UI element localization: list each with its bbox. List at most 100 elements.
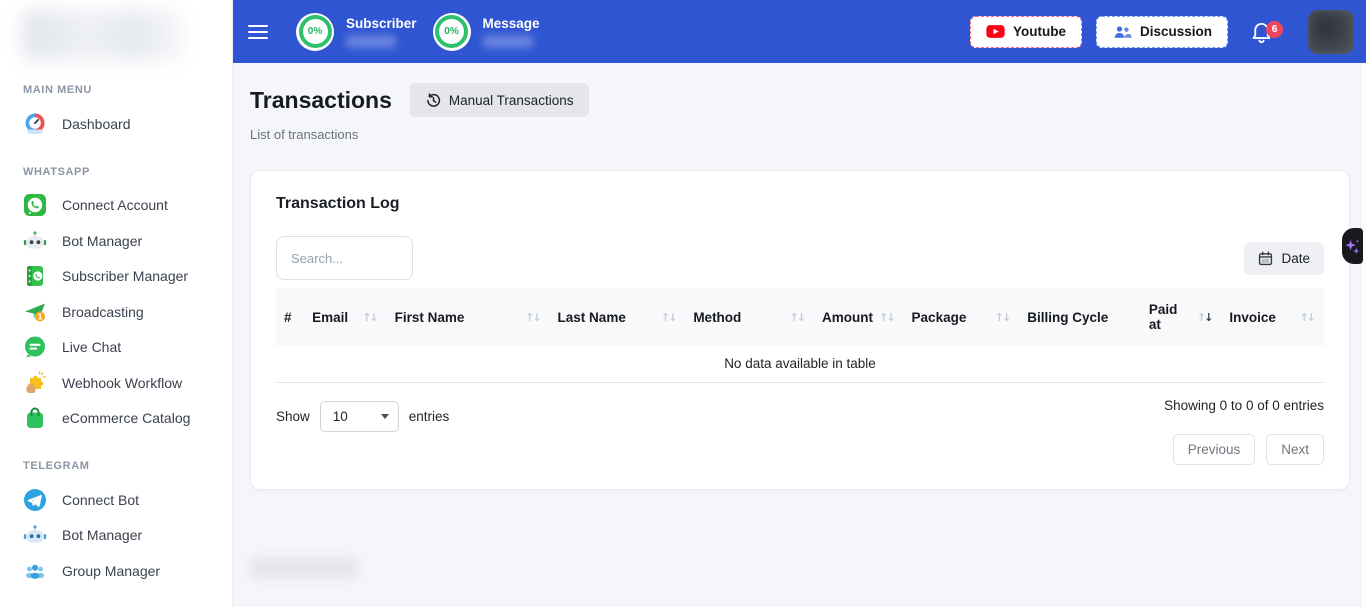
telegram-icon xyxy=(23,488,47,512)
column-header-package[interactable]: Package xyxy=(904,288,1020,346)
calendar-icon xyxy=(1258,251,1273,266)
transactions-table: # Email First Name Last Name Method Amou… xyxy=(276,288,1324,383)
scrollbar-track[interactable] xyxy=(1360,63,1366,607)
sidebar-item-label: Dashboard xyxy=(62,116,131,132)
topbar: 0% Subscriber 0% Message Youtube Discuss… xyxy=(233,0,1366,63)
sidebar-item-bot-manager-telegram[interactable]: Bot Manager xyxy=(23,518,216,554)
subscriber-percent: 0% xyxy=(299,15,332,48)
sidebar-item-ecommerce-catalog[interactable]: eCommerce Catalog xyxy=(23,401,216,437)
workflow-icon xyxy=(23,371,47,395)
sort-icon[interactable] xyxy=(661,312,677,323)
sidebar-section-main-menu: MAIN MENU xyxy=(23,84,216,96)
subscriber-stat: 0% Subscriber xyxy=(296,13,417,51)
notifications-button[interactable]: 6 xyxy=(1250,19,1274,45)
group-icon xyxy=(23,559,47,583)
gauge-icon xyxy=(23,112,47,136)
discussion-button[interactable]: Discussion xyxy=(1096,16,1228,48)
chat-icon xyxy=(23,335,47,359)
previous-page-button[interactable]: Previous xyxy=(1173,434,1256,465)
robot-icon xyxy=(23,229,47,253)
sidebar-item-dashboard[interactable]: Dashboard xyxy=(23,106,216,142)
column-header-index: # xyxy=(276,288,304,346)
sort-icon[interactable] xyxy=(525,312,541,323)
sidebar-item-label: Bot Manager xyxy=(62,233,142,249)
subscriber-label: Subscriber xyxy=(346,16,417,31)
date-filter-button[interactable]: Date xyxy=(1244,242,1324,275)
column-header-email[interactable]: Email xyxy=(304,288,386,346)
card-title: Transaction Log xyxy=(276,195,1324,213)
history-icon xyxy=(426,93,441,108)
footer-text-blurred xyxy=(250,556,358,580)
column-header-billing-cycle: Billing Cycle xyxy=(1019,288,1141,346)
sort-icon[interactable] xyxy=(1300,312,1316,323)
sidebar-item-label: Live Chat xyxy=(62,339,121,355)
avatar-blurred xyxy=(1308,10,1354,54)
hamburger-menu-icon[interactable] xyxy=(248,25,268,39)
youtube-button-label: Youtube xyxy=(1013,24,1066,39)
sidebar-item-webhook-workflow[interactable]: Webhook Workflow xyxy=(23,365,216,401)
youtube-button[interactable]: Youtube xyxy=(970,16,1082,48)
sidebar-item-label: Connect Bot xyxy=(62,492,139,508)
table-header-row: # Email First Name Last Name Method Amou… xyxy=(276,288,1324,346)
page-title: Transactions xyxy=(250,87,392,114)
column-header-last-name[interactable]: Last Name xyxy=(550,288,686,346)
message-percent: 0% xyxy=(435,15,468,48)
sidebar-item-label: Connect Account xyxy=(62,197,168,213)
column-header-method[interactable]: Method xyxy=(685,288,814,346)
entries-label: entries xyxy=(409,409,450,424)
youtube-icon xyxy=(986,24,1005,39)
sidebar-item-bot-manager-whatsapp[interactable]: Bot Manager xyxy=(23,223,216,259)
sidebar-section-telegram: TELEGRAM xyxy=(23,460,216,472)
subscriber-progress-ring: 0% xyxy=(296,13,334,51)
app-logo-blurred xyxy=(23,10,183,60)
column-header-invoice[interactable]: Invoice xyxy=(1221,288,1324,346)
sidebar-item-subscriber-manager[interactable]: Subscriber Manager xyxy=(23,259,216,295)
message-value-blurred xyxy=(483,35,533,48)
sort-icon[interactable] xyxy=(790,312,806,323)
column-header-amount[interactable]: Amount xyxy=(814,288,904,346)
contacts-icon xyxy=(23,264,47,288)
message-label: Message xyxy=(483,16,540,31)
sidebar-item-connect-account[interactable]: Connect Account xyxy=(23,188,216,224)
column-header-paid-at[interactable]: Paid at xyxy=(1141,288,1221,346)
message-stat: 0% Message xyxy=(433,13,540,51)
user-avatar[interactable] xyxy=(1308,10,1354,54)
page-size-select[interactable]: 10 xyxy=(320,401,399,432)
sort-icon[interactable] xyxy=(879,312,895,323)
sort-icon[interactable] xyxy=(1197,312,1213,323)
show-label: Show xyxy=(276,409,310,424)
showing-entries-text: Showing 0 to 0 of 0 entries xyxy=(1164,398,1324,413)
whatsapp-icon xyxy=(23,193,47,217)
search-input[interactable] xyxy=(276,236,413,280)
transaction-log-card: Transaction Log Date # Email First Nam xyxy=(250,170,1350,490)
sidebar-item-label: Broadcasting xyxy=(62,304,144,320)
subscriber-value-blurred xyxy=(346,35,396,48)
sidebar-item-live-chat[interactable]: Live Chat xyxy=(23,330,216,366)
svg-text:1: 1 xyxy=(37,312,42,321)
column-header-first-name[interactable]: First Name xyxy=(387,288,550,346)
sidebar-item-label: Webhook Workflow xyxy=(62,375,182,391)
bag-icon xyxy=(23,406,47,430)
discussion-button-label: Discussion xyxy=(1140,24,1212,39)
empty-state-text: No data available in table xyxy=(276,346,1324,383)
manual-transactions-button[interactable]: Manual Transactions xyxy=(410,83,590,117)
sidebar-item-label: Bot Manager xyxy=(62,527,142,543)
sidebar-item-label: Group Manager xyxy=(62,563,160,579)
message-progress-ring: 0% xyxy=(433,13,471,51)
sidebar-item-broadcasting[interactable]: 1 Broadcasting xyxy=(23,294,216,330)
manual-transactions-label: Manual Transactions xyxy=(449,93,574,108)
sort-icon[interactable] xyxy=(362,312,378,323)
next-page-button[interactable]: Next xyxy=(1266,434,1324,465)
page-size-select-wrap: 10 xyxy=(320,401,399,432)
ai-assistant-button[interactable] xyxy=(1342,228,1363,264)
sparkles-icon xyxy=(1345,238,1360,255)
sort-icon[interactable] xyxy=(995,312,1011,323)
broadcast-icon: 1 xyxy=(23,300,47,324)
page-subtitle: List of transactions xyxy=(250,127,1350,142)
empty-state-row: No data available in table xyxy=(276,346,1324,383)
sidebar-item-label: Subscriber Manager xyxy=(62,268,188,284)
main-content: Transactions Manual Transactions List of… xyxy=(233,63,1360,607)
sidebar-item-label: eCommerce Catalog xyxy=(62,410,190,426)
sidebar-item-group-manager[interactable]: Group Manager xyxy=(23,553,216,589)
sidebar-item-connect-bot[interactable]: Connect Bot xyxy=(23,482,216,518)
